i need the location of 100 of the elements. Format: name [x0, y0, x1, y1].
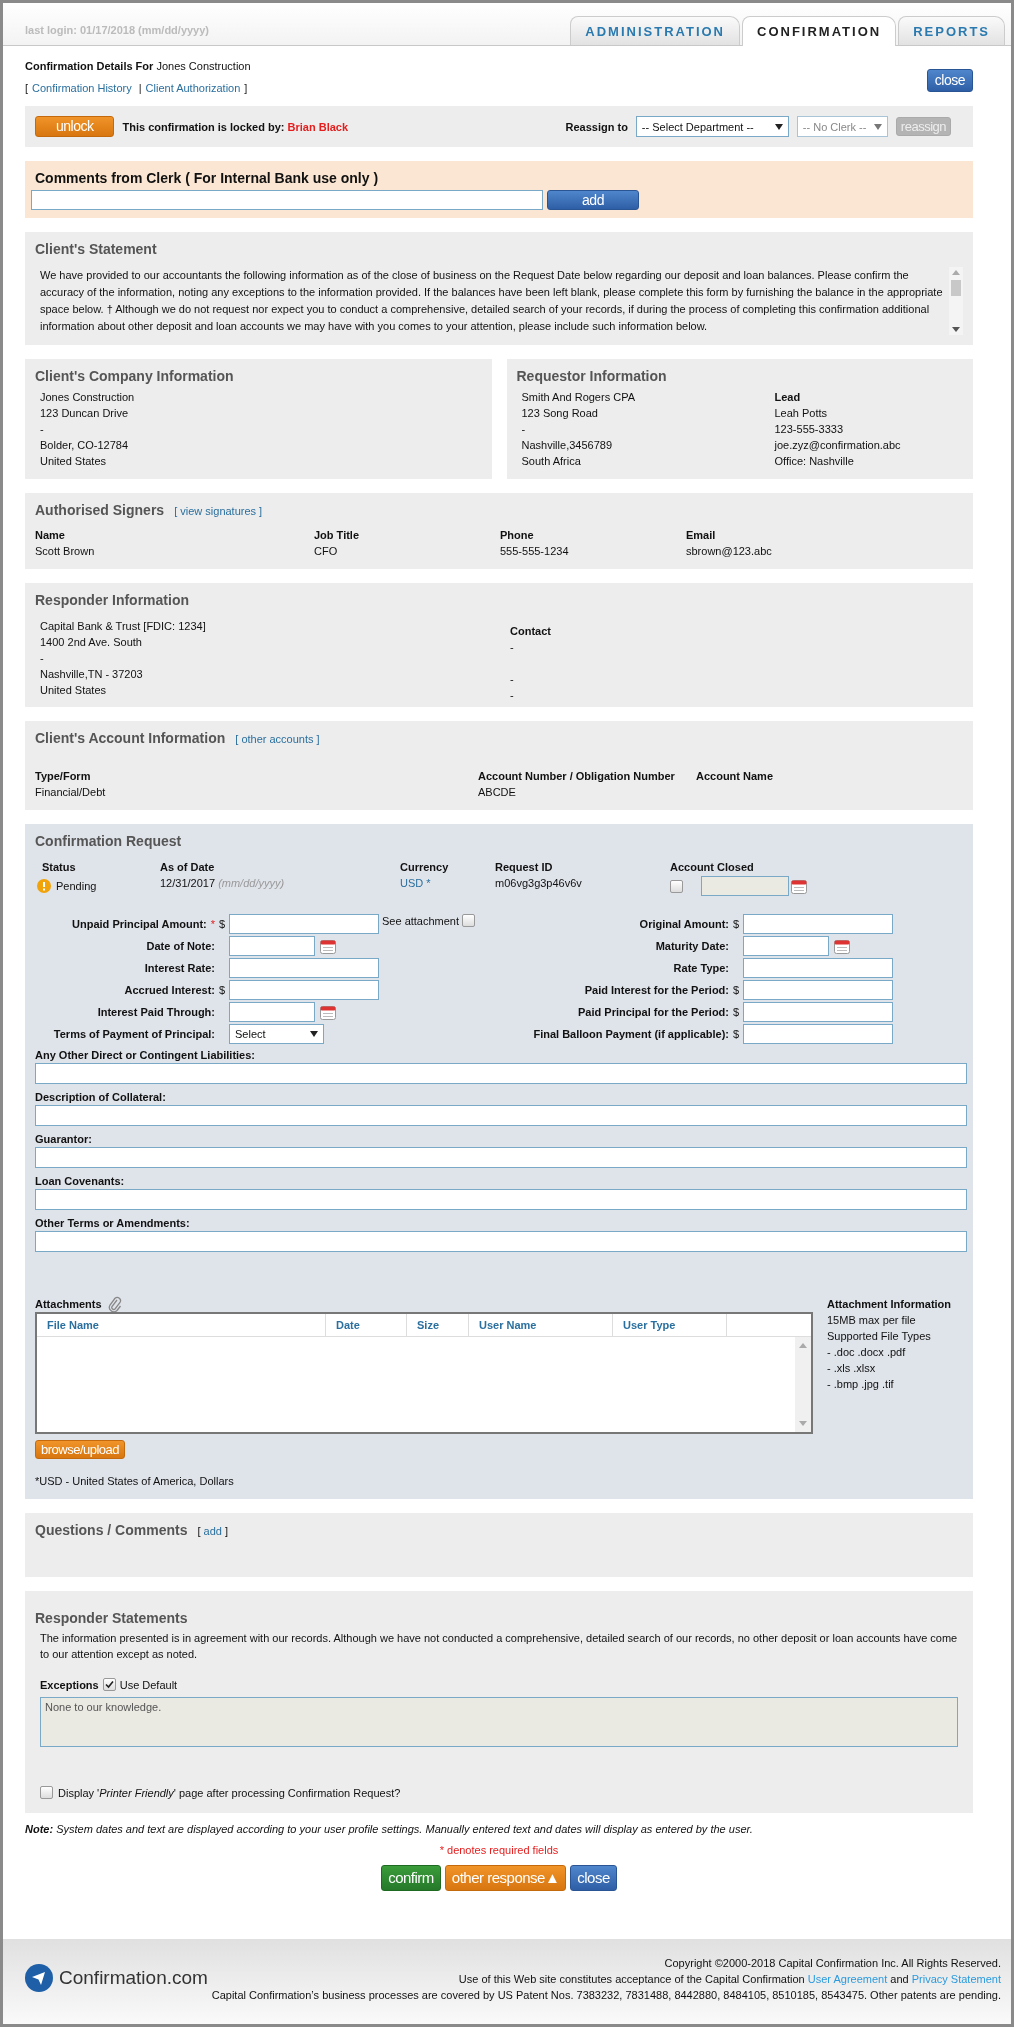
contact-line: -: [510, 673, 514, 685]
other-accounts-link[interactable]: [ other accounts ]: [235, 733, 320, 745]
browse-upload-button[interactable]: browse/upload: [35, 1440, 126, 1459]
contact-line: Office: Nashville: [774, 455, 854, 467]
column-header: Status: [42, 860, 77, 875]
comment-field[interactable]: [31, 190, 543, 210]
warning-icon: [37, 878, 51, 893]
column-header[interactable]: User Name: [469, 1314, 613, 1336]
address-line: Bolder, CO-12784: [40, 439, 129, 451]
checkbox[interactable]: [102, 1678, 116, 1691]
input-field[interactable]: [229, 914, 379, 934]
terms-select[interactable]: Select: [229, 1024, 324, 1044]
conjunction-text: and: [890, 1973, 909, 1985]
date-field[interactable]: [229, 936, 315, 956]
date-field[interactable]: [229, 1002, 315, 1022]
other-response-button[interactable]: other response▲: [444, 1865, 567, 1891]
calendar-icon[interactable]: [791, 878, 807, 894]
link[interactable]: Confirmation History: [32, 82, 132, 94]
checkbox[interactable]: [670, 879, 683, 893]
input-field[interactable]: [35, 1105, 967, 1126]
contact-label: Contact: [510, 625, 551, 637]
input-field[interactable]: [35, 1063, 967, 1084]
input-field[interactable]: [229, 980, 379, 1000]
table-cell-text: sbrown@123.abc: [686, 544, 773, 559]
currency-prefix: $: [733, 984, 740, 996]
brand-name: Confirmation.com: [59, 1967, 208, 1989]
checkbox[interactable]: [40, 1786, 53, 1799]
section-title: Client's Statement: [35, 241, 158, 257]
date-field[interactable]: [743, 936, 829, 956]
view-signatures-link[interactable]: [ view signatures ]: [174, 505, 263, 517]
caret-icon: [873, 123, 882, 130]
scroll-thumb[interactable]: [951, 280, 961, 296]
scrollbar[interactable]: [795, 1337, 811, 1432]
scrollbar[interactable]: [949, 267, 963, 335]
statement-text: We have provided to our accountants the following information as of the close of business on the Request Date below regarding our deposit and loan balances. Please confirm the accuracy of the information, noting any exceptions to the information provided. If the balances have been left blank, please complete this form by furnishing the balance in the appropriate space below. † Although we do not request nor expect you to conduct a comprehensive, detailed search of your records, if during the process of completing this confirmation additional information about other deposit and loan accounts we may have with you comes to your attention, please include such information below.: [40, 268, 943, 334]
field-label: Date of Note:: [146, 940, 215, 952]
field-label: Unpaid Principal Amount:: [72, 918, 207, 930]
column-header[interactable]: User Type: [613, 1314, 727, 1336]
info-line: Supported File Types: [827, 1330, 931, 1342]
input-field[interactable]: [743, 1002, 893, 1022]
column-header: Type/Form: [35, 769, 92, 784]
close-button[interactable]: close: [926, 69, 973, 92]
field-label: Other Terms or Amendments:: [35, 1216, 191, 1231]
column-header: Email: [686, 528, 717, 543]
column-header[interactable]: Date: [326, 1314, 407, 1336]
calendar-icon[interactable]: [320, 938, 336, 954]
section-title: Authorised Signers: [35, 502, 165, 518]
input-field[interactable]: [743, 914, 893, 934]
input-field[interactable]: [35, 1189, 967, 1210]
nav-tab[interactable]: CONFIRMATION: [742, 16, 897, 46]
unlock-button[interactable]: unlock: [35, 116, 115, 137]
locked-by-name: Brian Black: [287, 120, 349, 133]
info-line: - .doc .docx .pdf: [827, 1346, 906, 1358]
department-select[interactable]: -- Select Department --: [635, 116, 789, 137]
field-label: Paid Principal for the Period:: [578, 1006, 729, 1018]
caret-down-icon: [799, 1421, 807, 1426]
table-cell-text: Financial/Debt: [35, 785, 107, 800]
lead-label: Lead: [774, 391, 801, 403]
currency-link[interactable]: USD *: [400, 875, 495, 896]
column-header: Phone: [500, 528, 535, 543]
bracket: [: [197, 1525, 201, 1537]
column-header: Request ID: [495, 860, 554, 875]
column-header[interactable]: File Name: [37, 1314, 326, 1336]
field-label: Interest Rate:: [144, 962, 215, 974]
checkbox[interactable]: [462, 914, 476, 927]
copyright-text: Copyright ©2000-2018 Capital Confirmation Inc. All Rights Reserved.: [664, 1957, 1001, 1969]
input-field[interactable]: [743, 958, 893, 978]
nav-tab[interactable]: ADMINISTRATION: [570, 16, 740, 45]
table-cell-text: Scott Brown: [35, 544, 96, 559]
input-field[interactable]: [229, 958, 379, 978]
address-line: -: [521, 423, 526, 435]
contact-line: 123-555-3333: [774, 423, 843, 435]
input-field[interactable]: [35, 1147, 967, 1168]
input-field[interactable]: [35, 1231, 967, 1252]
calendar-icon[interactable]: [834, 938, 850, 954]
currency-prefix: $: [219, 918, 226, 930]
info-title: Attachment Information: [827, 1298, 952, 1310]
required-marker: *: [210, 918, 215, 930]
field-label: Original Amount:: [639, 918, 729, 930]
add-link[interactable]: add: [203, 1525, 222, 1537]
address-line: United States: [40, 684, 107, 696]
address-line: Nashville,TN - 37203: [40, 668, 143, 680]
privacy-statement-link[interactable]: Privacy Statement: [911, 1973, 1001, 1985]
checkbox-label: Display 'Printer Friendly' page after processing Confirmation Request?: [58, 1786, 401, 1799]
checkbox-label: See attachment: [382, 914, 460, 927]
close-button[interactable]: close: [570, 1865, 617, 1891]
contact-line: -: [510, 689, 514, 701]
info-line: 15MB max per file: [827, 1314, 916, 1326]
link[interactable]: Client Authorization: [145, 82, 241, 94]
input-field[interactable]: [743, 1024, 893, 1044]
nav-tab[interactable]: REPORTS: [898, 16, 1005, 45]
caret-up-icon: [799, 1343, 807, 1348]
add-button[interactable]: add: [547, 190, 639, 210]
column-header[interactable]: Size: [407, 1314, 469, 1336]
user-agreement-link[interactable]: User Agreement: [807, 1973, 888, 1985]
field-label: Paid Interest for the Period:: [584, 984, 729, 996]
input-field[interactable]: [743, 980, 893, 1000]
confirm-button[interactable]: confirm: [381, 1865, 441, 1891]
exceptions-field[interactable]: None to our knowledge.: [40, 1697, 958, 1747]
calendar-icon[interactable]: [320, 1004, 336, 1020]
